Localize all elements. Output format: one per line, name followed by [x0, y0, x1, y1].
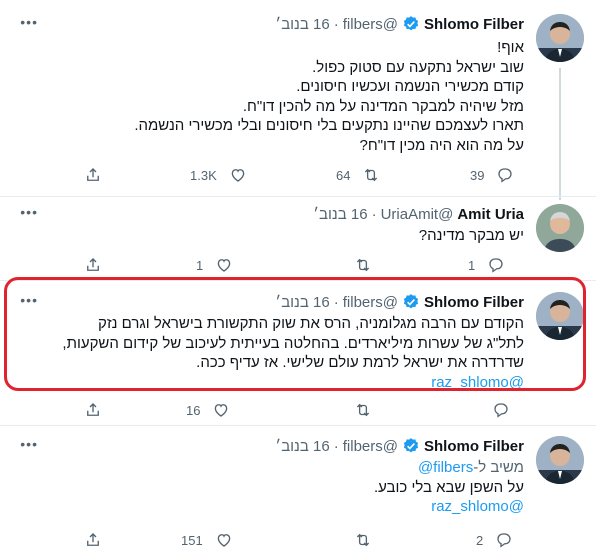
like-icon	[229, 166, 247, 184]
author-name[interactable]: Shlomo Filber	[424, 16, 524, 33]
like-button[interactable]: 1.3K	[190, 165, 247, 185]
retweet-icon	[354, 256, 372, 274]
like-button[interactable]: 1	[196, 255, 233, 275]
reply-to-prefix: משיב ל-	[473, 459, 524, 476]
reply-button[interactable]	[480, 400, 510, 420]
highlight-box	[4, 277, 586, 391]
like-count: 16	[186, 402, 201, 418]
retweet-icon	[362, 166, 380, 184]
more-icon[interactable]: •••	[16, 437, 38, 451]
retweet-icon	[354, 401, 372, 419]
author-handle[interactable]: @filbers	[343, 16, 398, 33]
tweet-header: Shlomo Filber @filbers · 16 בנוב׳	[275, 436, 524, 456]
timestamp[interactable]: 16 בנוב׳	[275, 16, 329, 33]
tweet-line: על מה הוא היה מכין דו"ח?	[359, 136, 524, 154]
reply-icon	[487, 256, 505, 274]
divider	[0, 425, 596, 426]
share-icon	[84, 256, 102, 274]
reply-button[interactable]: 1	[468, 255, 505, 275]
avatar[interactable]	[536, 204, 584, 252]
tweet-line: מזל שיהיה למבקר המדינה על מה להכין דו"ח.	[242, 97, 524, 115]
reply-count: 1	[468, 257, 476, 273]
tweet-line: קודם מכשירי הנשמה ועכשיו חיסונים.	[296, 78, 524, 95]
author-name[interactable]: Shlomo Filber	[424, 438, 524, 455]
tweet-actions: 1 1	[84, 255, 524, 275]
more-icon[interactable]: •••	[16, 205, 38, 219]
separator-dot: ·	[371, 205, 377, 223]
tweet-line: תארו לעצמכם שהיינו נתקעים בלי חיסונים וב…	[134, 117, 524, 134]
tweet-text: אוף! שוב ישראל נתקעה עם סטוק כפול. קודם …	[20, 38, 524, 155]
reply-count: 2	[476, 532, 484, 548]
share-button[interactable]	[84, 255, 102, 275]
avatar[interactable]	[536, 14, 584, 62]
share-button[interactable]	[84, 400, 102, 420]
retweet-count: 64	[336, 167, 351, 183]
author-handle[interactable]: @UriaAmit	[381, 206, 454, 223]
like-icon	[215, 256, 233, 274]
retweet-button[interactable]: 64	[336, 165, 380, 185]
tweet-header: Shlomo Filber @filbers · 16 בנוב׳	[275, 14, 524, 34]
like-button[interactable]: 151	[181, 530, 233, 550]
like-count: 151	[181, 532, 203, 548]
like-icon	[212, 401, 230, 419]
tweet-line: על השפן שבא בלי כובע.	[373, 478, 524, 496]
author-handle[interactable]: @filbers	[343, 438, 398, 455]
like-button[interactable]: 16	[186, 400, 230, 420]
timestamp[interactable]: 16 בנוב׳	[275, 438, 329, 455]
reply-count: 39	[470, 167, 485, 183]
reply-context: משיב ל-@filbers	[20, 458, 524, 478]
retweet-button[interactable]	[342, 255, 372, 275]
like-count: 1	[196, 257, 204, 273]
tweet-actions: 1.3K 64 39	[84, 165, 524, 185]
share-icon	[84, 531, 102, 549]
like-count: 1.3K	[190, 167, 217, 183]
retweet-button[interactable]	[342, 400, 372, 420]
mention-link[interactable]: @raz_shlomo	[20, 497, 524, 517]
share-button[interactable]	[84, 165, 102, 185]
separator-dot: ·	[333, 15, 339, 33]
separator-dot: ·	[333, 437, 339, 455]
share-icon	[84, 401, 102, 419]
share-button[interactable]	[84, 530, 102, 550]
reply-icon	[495, 531, 513, 549]
tweet-1[interactable]: Shlomo Filber @filbers · 16 בנוב׳ ••• או…	[0, 14, 596, 200]
reply-button[interactable]: 39	[470, 165, 514, 185]
reply-icon	[496, 166, 514, 184]
verified-icon	[402, 437, 420, 455]
reply-icon	[492, 401, 510, 419]
share-icon	[84, 166, 102, 184]
tweet-2[interactable]: Amit Uria @UriaAmit · 16 בנוב׳ ••• יש מב…	[0, 204, 596, 278]
divider	[0, 196, 596, 197]
tweet-4[interactable]: Shlomo Filber @filbers · 16 בנוב׳ ••• מש…	[0, 436, 596, 556]
tweet-line: אוף!	[497, 39, 524, 56]
tweet-line: יש מבקר מדינה?	[418, 227, 524, 244]
retweet-button[interactable]	[342, 530, 372, 550]
verified-icon	[402, 15, 420, 33]
retweet-icon	[354, 531, 372, 549]
thread-line	[559, 68, 561, 200]
avatar[interactable]	[536, 436, 584, 484]
tweet-actions: 151 2	[84, 530, 524, 550]
reply-button[interactable]: 2	[476, 530, 513, 550]
more-icon[interactable]: •••	[16, 15, 38, 29]
timestamp[interactable]: 16 בנוב׳	[313, 206, 367, 223]
tweet-line: שוב ישראל נתקעה עם סטוק כפול.	[312, 58, 524, 76]
author-name[interactable]: Amit Uria	[457, 206, 524, 223]
like-icon	[215, 531, 233, 549]
tweet-text: יש מבקר מדינה?	[20, 226, 524, 246]
tweet-header: Amit Uria @UriaAmit · 16 בנוב׳	[313, 204, 524, 224]
reply-to-handle[interactable]: @filbers	[418, 459, 473, 476]
tweet-actions: 16	[84, 400, 524, 420]
tweet-text: משיב ל-@filbers על השפן שבא בלי כובע. @r…	[20, 458, 524, 517]
